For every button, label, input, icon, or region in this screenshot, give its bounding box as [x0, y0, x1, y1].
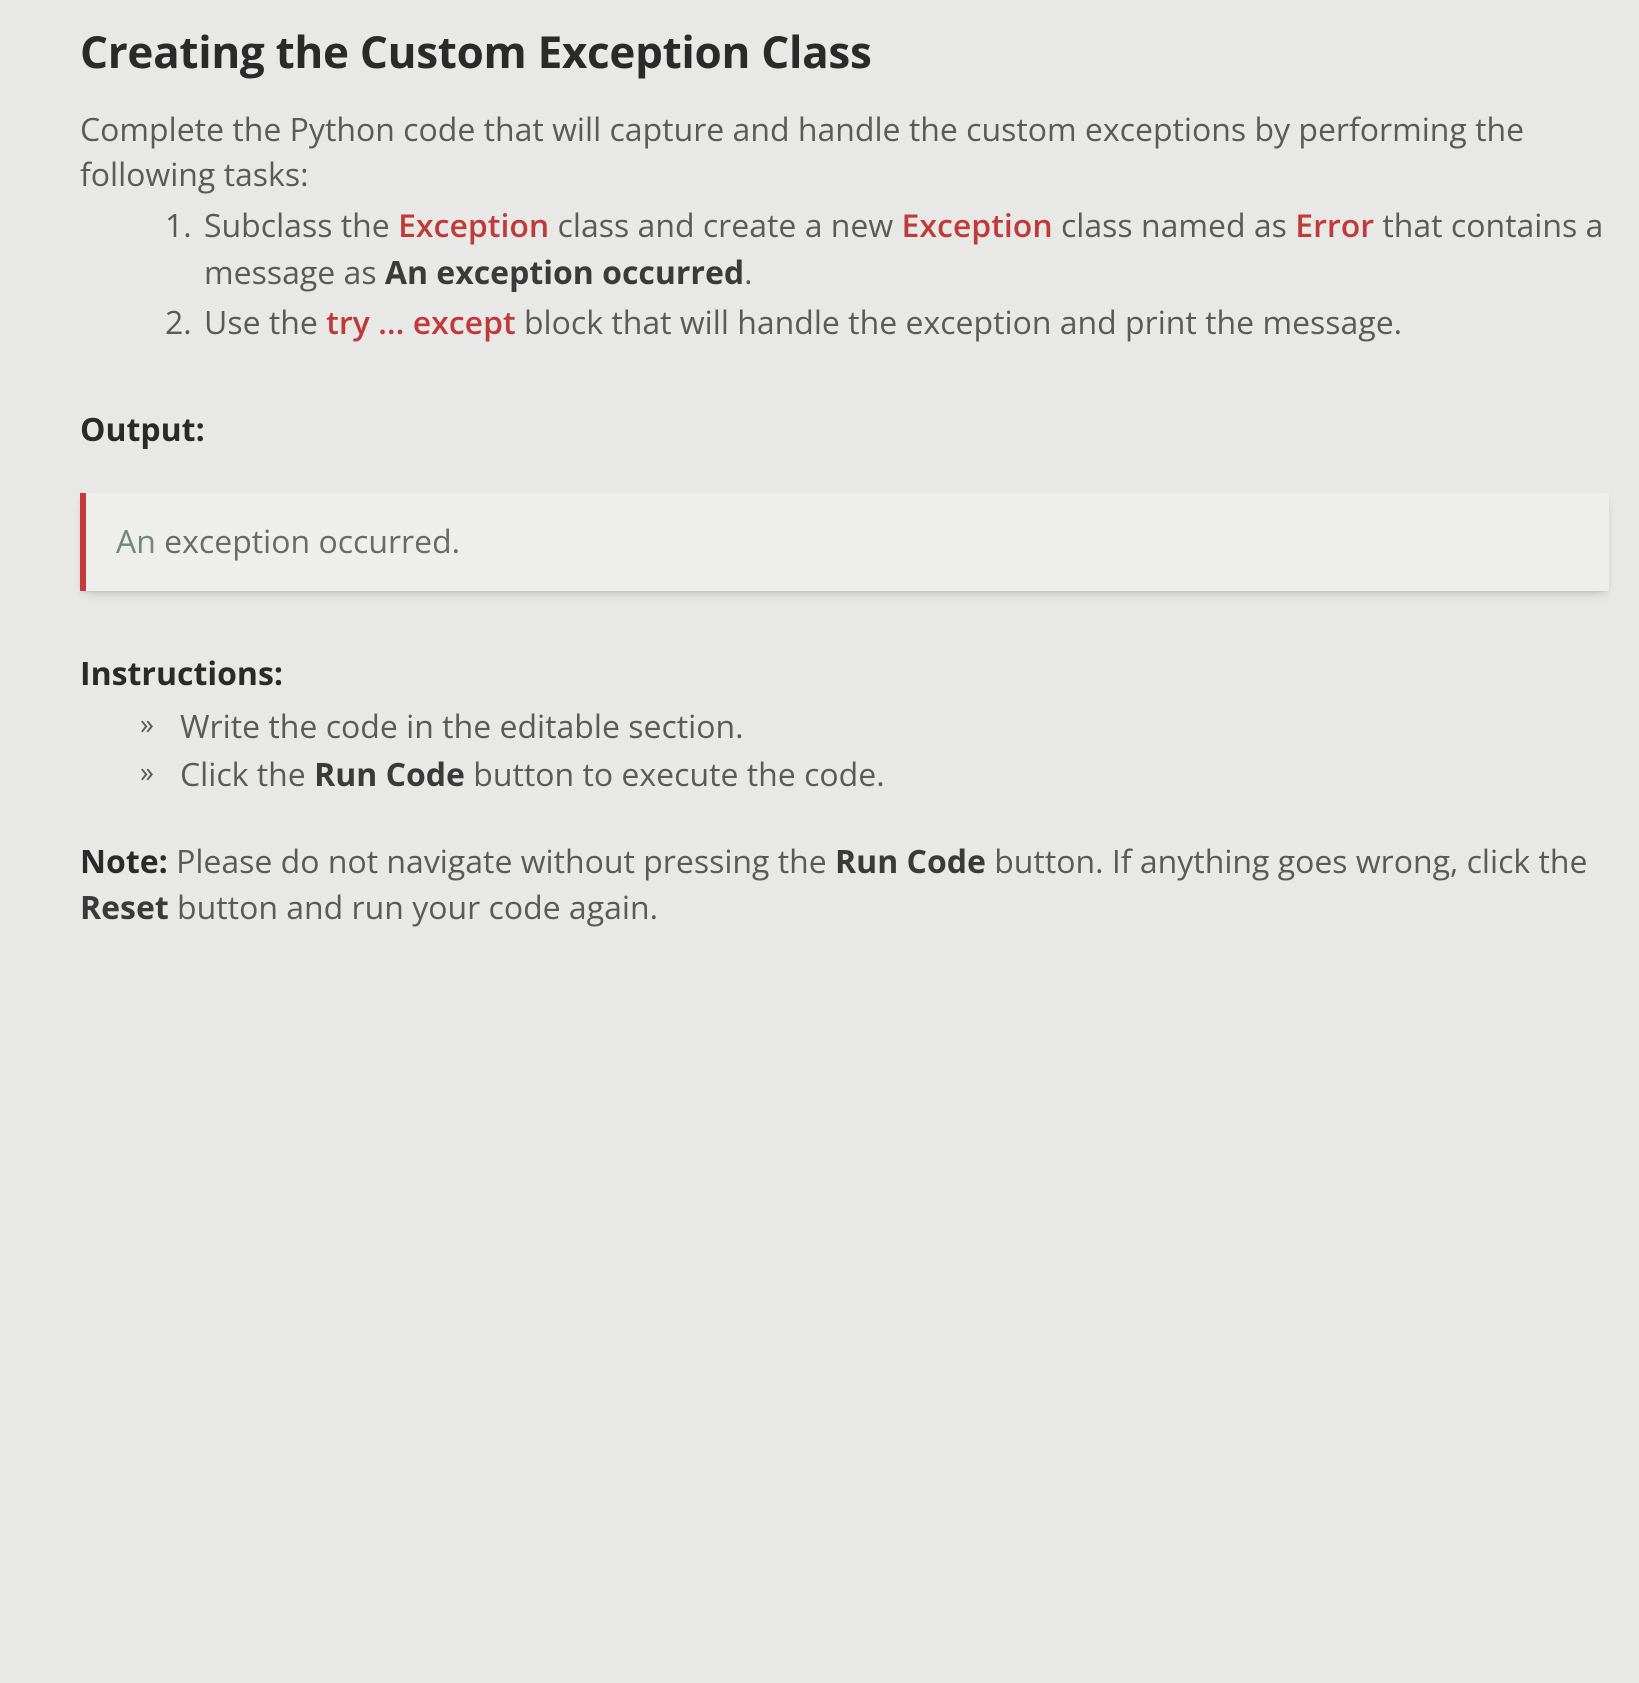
task-text: class and create a new	[549, 204, 901, 247]
task-text: block that will handle the exception and…	[516, 301, 1402, 344]
instruction-text: Click the	[180, 753, 314, 796]
intro-text: Complete the Python code that will captu…	[80, 108, 1609, 198]
task-item-2: Use the try ... except block that will h…	[200, 300, 1609, 346]
note-text: button and run your code again.	[169, 886, 658, 929]
instructions-list: Write the code in the editable section. …	[140, 704, 1609, 799]
output-box: An exception occurred.	[80, 493, 1609, 591]
task-item-1: Subclass the Exception class and create …	[200, 203, 1609, 296]
task-text: Use the	[204, 301, 326, 344]
output-heading: Output:	[80, 407, 1609, 453]
note-text: button. If anything goes wrong, click th…	[986, 840, 1588, 883]
note-paragraph: Note: Please do not navigate without pre…	[80, 839, 1609, 932]
keyword-exception: Exception	[901, 204, 1052, 247]
note-text: Please do not navigate without pressing …	[168, 840, 835, 883]
note-label: Note:	[80, 840, 168, 883]
keyword-try-except: try ... except	[326, 301, 515, 344]
page-title: Creating the Custom Exception Class	[80, 20, 1609, 84]
bold-run-code: Run Code	[835, 840, 986, 883]
instruction-text: button to execute the code.	[465, 753, 885, 796]
task-text: class named as	[1053, 204, 1296, 247]
task-text: Subclass the	[204, 204, 398, 247]
keyword-error: Error	[1295, 204, 1374, 247]
task-list: Subclass the Exception class and create …	[200, 203, 1609, 346]
bold-message: An exception occurred	[385, 251, 744, 294]
output-text-first: An	[116, 520, 156, 563]
bold-run-code: Run Code	[314, 753, 465, 796]
instruction-text: Write the code in the editable section.	[180, 705, 744, 748]
output-text-rest: exception occurred.	[156, 520, 460, 563]
keyword-exception: Exception	[398, 204, 549, 247]
instructions-heading: Instructions:	[80, 651, 1609, 697]
task-text: .	[744, 251, 752, 294]
instruction-item-1: Write the code in the editable section.	[140, 704, 1609, 750]
instruction-item-2: Click the Run Code button to execute the…	[140, 752, 1609, 798]
content-container: Creating the Custom Exception Class Comp…	[80, 20, 1609, 931]
bold-reset: Reset	[80, 886, 169, 929]
